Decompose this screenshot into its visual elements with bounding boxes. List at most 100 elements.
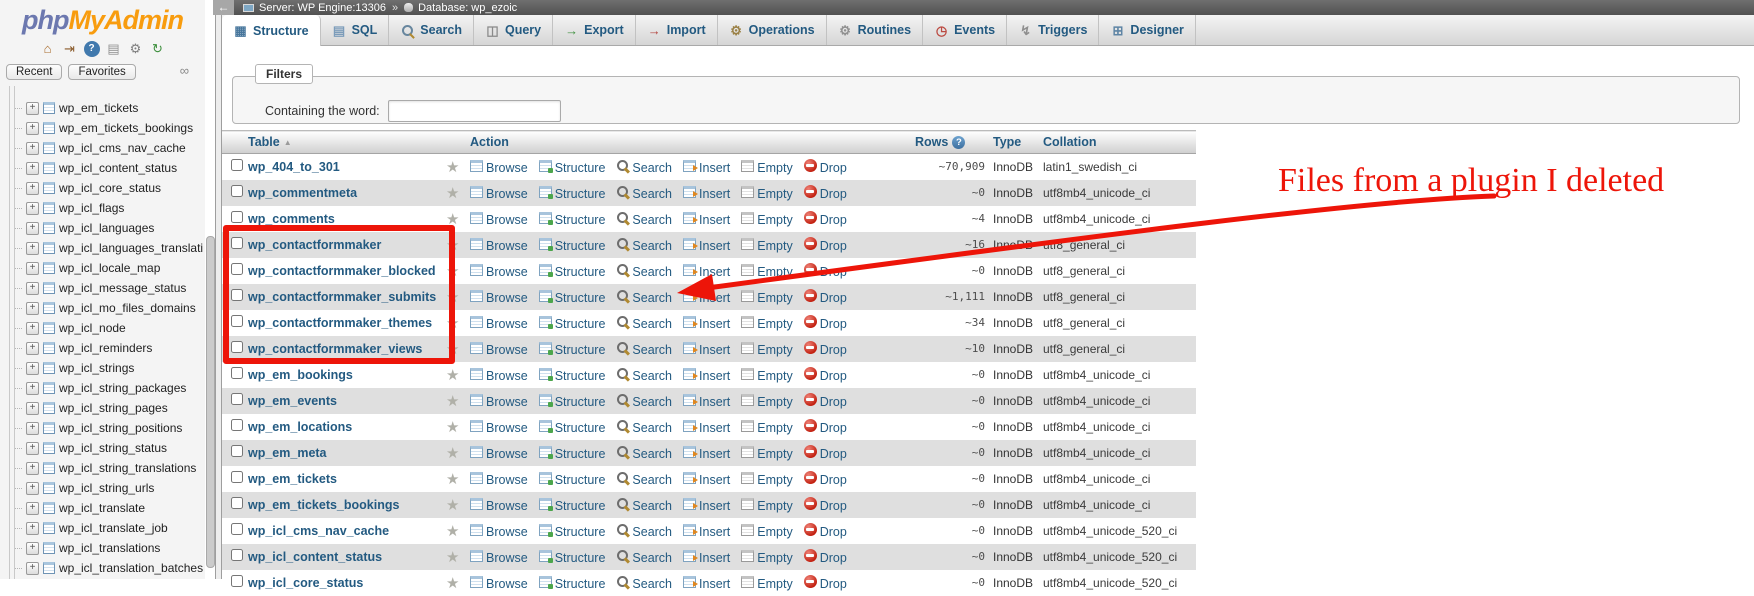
- action-structure-link[interactable]: Structure: [538, 315, 605, 331]
- table-name-link[interactable]: wp_em_tickets_bookings: [248, 498, 399, 512]
- tab-export[interactable]: Export: [553, 15, 636, 45]
- containing-word-input[interactable]: [387, 99, 561, 122]
- favorite-star-icon[interactable]: [446, 575, 459, 592]
- sidebar-item-wp_icl_reminders[interactable]: wp_icl_reminders: [15, 338, 205, 358]
- expand-icon[interactable]: [26, 481, 39, 495]
- action-search-link[interactable]: Search: [616, 159, 672, 175]
- action-insert-link[interactable]: Insert: [683, 263, 730, 279]
- favorite-star-icon[interactable]: [446, 367, 459, 384]
- expand-icon[interactable]: [26, 441, 39, 455]
- tab-import[interactable]: Import: [636, 15, 718, 45]
- action-empty-link[interactable]: Empty: [741, 263, 793, 279]
- row-checkbox[interactable]: [231, 523, 243, 535]
- reload-icon[interactable]: ↻: [150, 41, 166, 57]
- action-drop-link[interactable]: Drop: [803, 522, 847, 539]
- action-structure-link[interactable]: Structure: [538, 549, 605, 565]
- action-browse-link[interactable]: Browse: [470, 497, 528, 513]
- tab-search[interactable]: Search: [389, 15, 474, 45]
- expand-icon[interactable]: [26, 341, 39, 355]
- action-empty-link[interactable]: Empty: [741, 445, 793, 461]
- action-empty-link[interactable]: Empty: [741, 159, 793, 175]
- table-name-link[interactable]: wp_em_bookings: [248, 368, 353, 382]
- favorite-star-icon[interactable]: [446, 393, 459, 410]
- sidebar-item-wp_icl_translate_job[interactable]: wp_icl_translate_job: [15, 518, 205, 538]
- row-checkbox[interactable]: [231, 211, 243, 223]
- expand-icon[interactable]: [26, 261, 39, 275]
- action-drop-link[interactable]: Drop: [803, 496, 847, 513]
- action-drop-link[interactable]: Drop: [803, 262, 847, 279]
- table-name-link[interactable]: wp_icl_core_status: [248, 576, 363, 590]
- action-insert-link[interactable]: Insert: [683, 445, 730, 461]
- sidebar-item-wp_icl_string_status[interactable]: wp_icl_string_status: [15, 438, 205, 458]
- panel-divider[interactable]: [215, 0, 222, 579]
- favorite-star-icon[interactable]: [446, 549, 459, 566]
- action-insert-link[interactable]: Insert: [683, 393, 730, 409]
- row-checkbox[interactable]: [231, 159, 243, 172]
- row-checkbox[interactable]: [231, 575, 243, 587]
- action-insert-link[interactable]: Insert: [683, 315, 730, 331]
- action-drop-link[interactable]: Drop: [803, 392, 847, 409]
- expand-icon[interactable]: [26, 501, 39, 515]
- settings-icon[interactable]: ⚙: [128, 41, 144, 57]
- sidebar-item-wp_icl_string_pages[interactable]: wp_icl_string_pages: [15, 398, 205, 418]
- action-structure-link[interactable]: Structure: [538, 185, 605, 201]
- sidebar-item-wp_icl_message_status[interactable]: wp_icl_message_status: [15, 278, 205, 298]
- row-checkbox[interactable]: [231, 393, 243, 405]
- sidebar-item-wp_icl_cms_nav_cache[interactable]: wp_icl_cms_nav_cache: [15, 138, 205, 158]
- table-name-link[interactable]: wp_comments: [248, 212, 335, 226]
- help-icon[interactable]: ?: [83, 40, 100, 57]
- expand-icon[interactable]: [26, 521, 39, 535]
- action-insert-link[interactable]: Insert: [683, 185, 730, 201]
- action-empty-link[interactable]: Empty: [741, 185, 793, 201]
- sidebar-item-wp_icl_translation_batches[interactable]: wp_icl_translation_batches: [15, 558, 205, 578]
- favorite-star-icon[interactable]: [446, 471, 459, 488]
- action-structure-link[interactable]: Structure: [538, 523, 605, 539]
- col-header-table[interactable]: Table: [248, 130, 446, 154]
- action-empty-link[interactable]: Empty: [741, 549, 793, 565]
- sidebar-item-wp_icl_string_urls[interactable]: wp_icl_string_urls: [15, 478, 205, 498]
- action-structure-link[interactable]: Structure: [538, 367, 605, 383]
- action-structure-link[interactable]: Structure: [538, 211, 605, 227]
- table-name-link[interactable]: wp_contactformmaker_themes: [248, 316, 432, 330]
- action-empty-link[interactable]: Empty: [741, 367, 793, 383]
- table-name-link[interactable]: wp_contactformmaker_submits: [248, 290, 436, 304]
- sidebar-item-wp_icl_locale_map[interactable]: wp_icl_locale_map: [15, 258, 205, 278]
- sidebar-item-wp_icl_core_status[interactable]: wp_icl_core_status: [15, 178, 205, 198]
- sidebar-item-wp_icl_string_positions[interactable]: wp_icl_string_positions: [15, 418, 205, 438]
- table-name-link[interactable]: wp_icl_content_status: [248, 550, 382, 564]
- action-browse-link[interactable]: Browse: [470, 185, 528, 201]
- action-browse-link[interactable]: Browse: [470, 367, 528, 383]
- action-browse-link[interactable]: Browse: [470, 471, 528, 487]
- action-empty-link[interactable]: Empty: [741, 211, 793, 227]
- expand-icon[interactable]: [26, 201, 39, 215]
- expand-icon[interactable]: [26, 381, 39, 395]
- expand-icon[interactable]: [26, 421, 39, 435]
- action-search-link[interactable]: Search: [616, 367, 672, 383]
- action-structure-link[interactable]: Structure: [538, 471, 605, 487]
- recent-dropdown[interactable]: Recent: [6, 64, 63, 80]
- sidebar-item-wp_icl_mo_files_domains[interactable]: wp_icl_mo_files_domains: [15, 298, 205, 318]
- sidebar-item-wp_icl_string_packages[interactable]: wp_icl_string_packages: [15, 378, 205, 398]
- table-name-link[interactable]: wp_em_locations: [248, 420, 352, 434]
- sidebar-item-wp_icl_strings[interactable]: wp_icl_strings: [15, 358, 205, 378]
- action-drop-link[interactable]: Drop: [803, 184, 847, 201]
- row-checkbox[interactable]: [231, 445, 243, 457]
- action-structure-link[interactable]: Structure: [538, 393, 605, 409]
- favorites-dropdown[interactable]: Favorites: [68, 64, 136, 80]
- action-empty-link[interactable]: Empty: [741, 497, 793, 513]
- action-empty-link[interactable]: Empty: [741, 393, 793, 409]
- action-structure-link[interactable]: Structure: [538, 263, 605, 279]
- action-search-link[interactable]: Search: [616, 263, 672, 279]
- action-empty-link[interactable]: Empty: [741, 315, 793, 331]
- tab-sql[interactable]: SQL: [321, 15, 390, 45]
- expand-icon[interactable]: [26, 121, 39, 135]
- row-checkbox[interactable]: [231, 471, 243, 483]
- tab-structure[interactable]: Structure: [222, 15, 321, 46]
- expand-icon[interactable]: [26, 361, 39, 375]
- tab-designer[interactable]: Designer: [1099, 15, 1196, 45]
- action-browse-link[interactable]: Browse: [470, 419, 528, 435]
- action-browse-link[interactable]: Browse: [470, 341, 528, 357]
- action-drop-link[interactable]: Drop: [803, 288, 847, 305]
- favorite-star-icon[interactable]: [446, 341, 459, 358]
- action-insert-link[interactable]: Insert: [683, 159, 730, 175]
